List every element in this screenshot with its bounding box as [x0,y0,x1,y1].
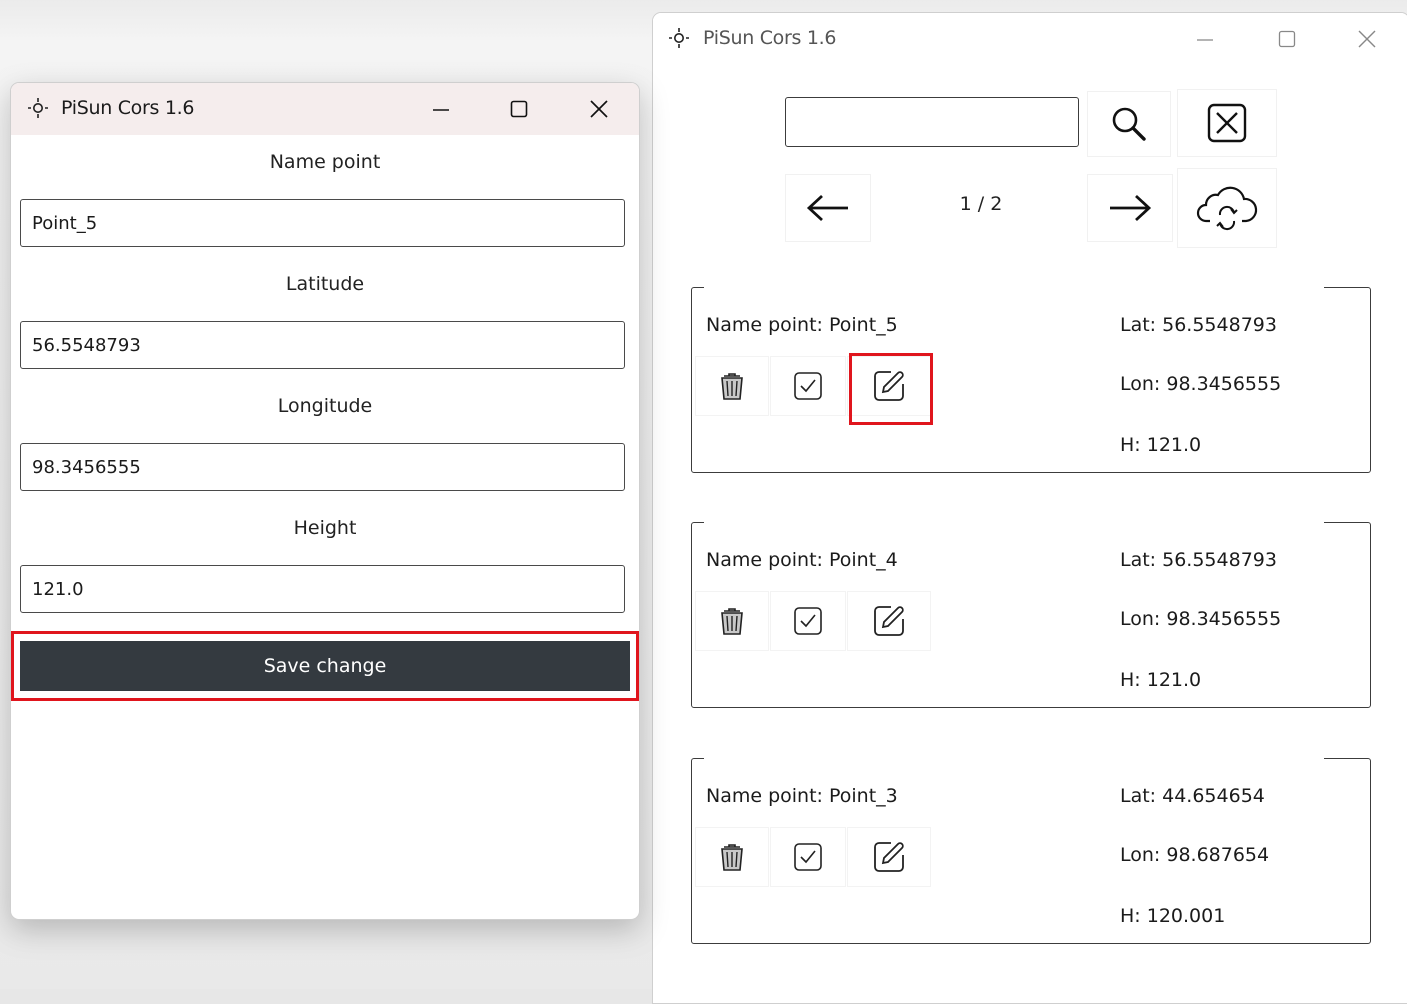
card-frame-gap [704,756,1324,761]
point-height: H: 120.001 [1120,905,1226,927]
close-button[interactable] [1345,21,1389,57]
edit-point-window: PiSun Cors 1.6 Name point Latitude Longi… [10,82,640,920]
minimize-button[interactable] [419,91,463,127]
minimize-button[interactable] [1183,21,1227,57]
arrow-left-icon [806,194,848,222]
select-point-checkbox[interactable] [770,827,846,887]
delete-point-button[interactable] [695,591,769,651]
point-card: Name point: Point_4 Lat: 56.5548793 Lon:… [691,520,1371,708]
page-indicator: 1 / 2 [959,193,1003,215]
point-lon: Lon: 98.3456555 [1120,373,1282,395]
point-card: Name point: Point_3 Lat: 44.654654 Lon: … [691,756,1371,944]
clear-search-button[interactable] [1177,89,1277,157]
latitude-input[interactable] [20,321,625,369]
point-name: Name point: Point_5 [706,314,898,336]
close-icon [1358,30,1376,48]
edit-point-button[interactable] [847,827,931,887]
point-name: Name point: Point_4 [706,549,898,571]
maximize-button[interactable] [1265,21,1309,57]
trash-icon [721,373,743,400]
edit-point-button[interactable] [847,591,931,651]
window-title: PiSun Cors 1.6 [703,27,837,49]
name-point-input[interactable] [20,199,625,247]
edit-pencil-icon [874,371,904,401]
minimize-icon [1197,39,1213,41]
trash-icon [721,608,743,635]
edit-point-button[interactable] [847,356,931,416]
height-input[interactable] [20,565,625,613]
next-page-button[interactable] [1087,174,1173,242]
point-card: Name point: Point_5 Lat: 56.5548793 Lon:… [691,285,1371,473]
latitude-label: Latitude [285,273,365,295]
search-button[interactable] [1087,91,1171,157]
crosshair-icon [669,28,689,48]
point-height: H: 121.0 [1120,434,1202,456]
delete-point-button[interactable] [695,827,769,887]
edit-pencil-icon [874,606,904,636]
trash-icon [721,844,743,871]
name-point-label: Name point [269,151,381,173]
point-lon: Lon: 98.687654 [1120,844,1270,866]
cloud-sync-button[interactable] [1177,168,1277,248]
maximize-icon [1278,30,1296,48]
edit-pencil-icon [874,842,904,872]
crosshair-icon [28,98,48,118]
card-frame-gap [704,520,1324,525]
cloud-sync-icon [1196,186,1258,231]
height-label: Height [293,517,357,539]
maximize-icon [510,100,528,118]
longitude-label: Longitude [277,395,373,417]
window-title: PiSun Cors 1.6 [61,97,195,119]
search-icon [1112,107,1146,141]
titlebar: PiSun Cors 1.6 [653,13,1407,65]
select-point-checkbox[interactable] [770,591,846,651]
point-height: H: 121.0 [1120,669,1202,691]
close-button[interactable] [577,91,621,127]
prev-page-button[interactable] [785,174,871,242]
clear-x-icon [1207,103,1247,143]
longitude-input[interactable] [20,443,625,491]
arrow-right-icon [1110,194,1152,222]
checkbox-icon [794,607,822,635]
checkbox-icon [794,372,822,400]
minimize-icon [433,109,449,111]
select-point-checkbox[interactable] [770,356,846,416]
search-input[interactable] [785,97,1079,147]
point-lat: Lat: 44.654654 [1120,785,1265,807]
point-lon: Lon: 98.3456555 [1120,608,1282,630]
delete-point-button[interactable] [695,356,769,416]
card-frame-gap [704,285,1324,290]
titlebar: PiSun Cors 1.6 [11,83,639,135]
checkbox-icon [794,843,822,871]
save-change-button[interactable]: Save change [20,641,630,691]
close-icon [590,100,608,118]
point-name: Name point: Point_3 [706,785,898,807]
points-list-window: PiSun Cors 1.6 1 / 2 Name point: Point_5… [652,12,1407,1004]
point-lat: Lat: 56.5548793 [1120,314,1277,336]
maximize-button[interactable] [497,91,541,127]
point-lat: Lat: 56.5548793 [1120,549,1277,571]
